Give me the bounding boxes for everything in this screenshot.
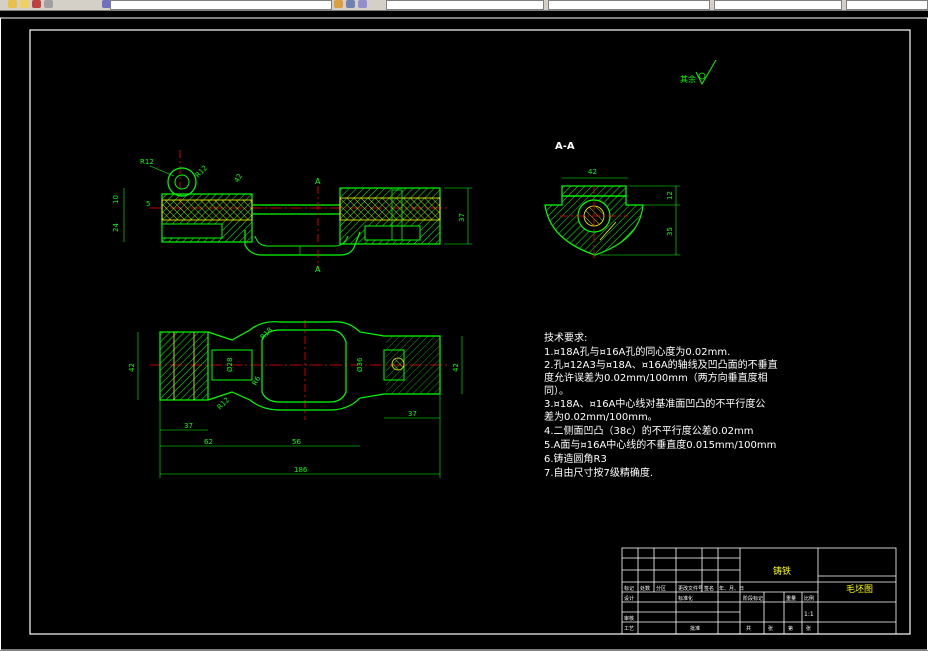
note-line: 1.¤18A孔与¤16A孔的同心度为0.02mm. — [544, 345, 730, 358]
dim-r12-right: R12 — [194, 164, 209, 179]
toolbar — [0, 0, 928, 11]
mid-cell: 重量 — [786, 595, 796, 602]
dim-42-left-v: 42 — [128, 363, 136, 372]
layer-iso-icon[interactable] — [358, 0, 367, 8]
layer-icon[interactable] — [8, 0, 17, 8]
bottom-cell: 张 — [806, 625, 811, 632]
bottom-cell: 共 — [746, 625, 751, 632]
properties-icon[interactable] — [32, 0, 41, 8]
note-line: 度允许误差为0.02mm/100mm（两方向垂直度相 — [544, 371, 768, 384]
roughness-symbol: 其余 — [680, 59, 717, 86]
section-marker-top: A — [315, 177, 321, 186]
roughness-label: 其余 — [680, 74, 696, 84]
mid-cell: 比例 — [804, 595, 814, 602]
section-aa-view: A-A 42 12 35 — [544, 141, 680, 258]
dim-42-section: 42 — [588, 168, 597, 176]
dim-10: 10 — [112, 195, 120, 204]
dim-5: 5 — [146, 200, 150, 208]
dim-37-left: 37 — [184, 422, 193, 430]
square-icon[interactable] — [44, 0, 53, 8]
dim-r12-bottom: R12 — [216, 396, 231, 411]
mid-cell: 阶段标记 — [743, 595, 763, 602]
outer-frame — [0, 17, 928, 651]
dim-r6: R6 — [251, 374, 263, 387]
note-line: 同）。 — [544, 385, 569, 397]
layer-prev-icon[interactable] — [334, 0, 343, 8]
section-label: A-A — [555, 141, 575, 152]
material-text: 铸铁 — [773, 565, 791, 577]
note-line: 5.A面与¤16A中心线的不垂直度0.015mm/100mm — [544, 438, 776, 451]
header-cell: 更改文件号 — [678, 585, 703, 592]
cad-drawing: 其余 A A R12 R12 42 10 24 5 37 A-A 42 12 3… — [0, 17, 928, 651]
note-line: 6.铸造圆角R3 — [544, 452, 607, 465]
approve-cell: 批准 — [690, 625, 700, 632]
note-line: 4.二侧面凹凸（38c）的不平行度公差0.02mm — [544, 424, 754, 437]
lineweight-dropdown[interactable] — [714, 0, 842, 10]
note-line: 2.孔¤12A3与¤18A、¤16A的轴线及凹凸面的不垂直 — [544, 358, 778, 371]
color-dropdown[interactable] — [386, 0, 544, 10]
dim-62: 62 — [204, 438, 213, 446]
plotstyle-dropdown[interactable] — [846, 0, 928, 10]
drawing-canvas[interactable]: 其余 A A R12 R12 42 10 24 5 37 A-A 42 12 3… — [0, 11, 928, 651]
dim-42: 42 — [233, 172, 244, 184]
note-line: 7.自由尺寸按7级精确度. — [544, 466, 653, 479]
dim-37-right: 37 — [408, 410, 417, 418]
header-cell: 年、月、日 — [719, 585, 744, 592]
notes-title: 技术要求: — [544, 331, 587, 344]
technical-notes: 技术要求: 1.¤18A孔与¤16A孔的同心度为0.02mm. 2.孔¤12A3… — [544, 331, 778, 479]
linetype-dropdown[interactable] — [548, 0, 710, 10]
row-label: 工艺 — [624, 626, 634, 632]
dim-186: 186 — [294, 466, 308, 474]
dim-r12-top: R12 — [140, 158, 154, 166]
dim-12: 12 — [666, 191, 674, 200]
layer-state-icon[interactable] — [346, 0, 355, 8]
bottom-cell: 张 — [768, 625, 773, 632]
dim-24: 24 — [112, 223, 120, 232]
header-cell: 签名 — [704, 585, 714, 592]
dim-35: 35 — [666, 227, 674, 236]
layer-dropdown[interactable] — [110, 0, 332, 10]
sun-icon[interactable] — [20, 0, 29, 8]
row-label: 设计 — [624, 595, 634, 602]
drawing-name: 毛坯图 — [846, 583, 873, 595]
header-cell: 处数 — [640, 585, 650, 592]
section-marker-bottom: A — [315, 265, 321, 274]
dim-d36: Ø36 — [356, 357, 364, 372]
dim-42-right-v: 42 — [452, 363, 460, 372]
row-label: 审核 — [624, 615, 634, 622]
dim-37-h: 37 — [458, 213, 466, 222]
top-view: R18 R6 R12 Ø28 Ø36 42 42 37 62 56 186 37 — [128, 320, 463, 478]
header-cell: 分区 — [656, 585, 666, 592]
front-view: A A R12 R12 42 10 24 5 37 — [112, 150, 472, 274]
bottom-cell: 第 — [788, 625, 793, 632]
dim-r18: R18 — [259, 326, 274, 341]
note-line: 3.¤18A、¤16A中心线对基准面凹凸的不平行度公 — [544, 397, 765, 410]
row-label: 标记 — [624, 585, 634, 592]
note-line: 差为0.02mm/100mm。 — [544, 410, 658, 423]
dim-d28: Ø28 — [226, 358, 234, 372]
scale-text: 1:1 — [804, 611, 814, 618]
dim-56: 56 — [292, 438, 301, 446]
mid-cell: 标准化 — [678, 595, 693, 602]
